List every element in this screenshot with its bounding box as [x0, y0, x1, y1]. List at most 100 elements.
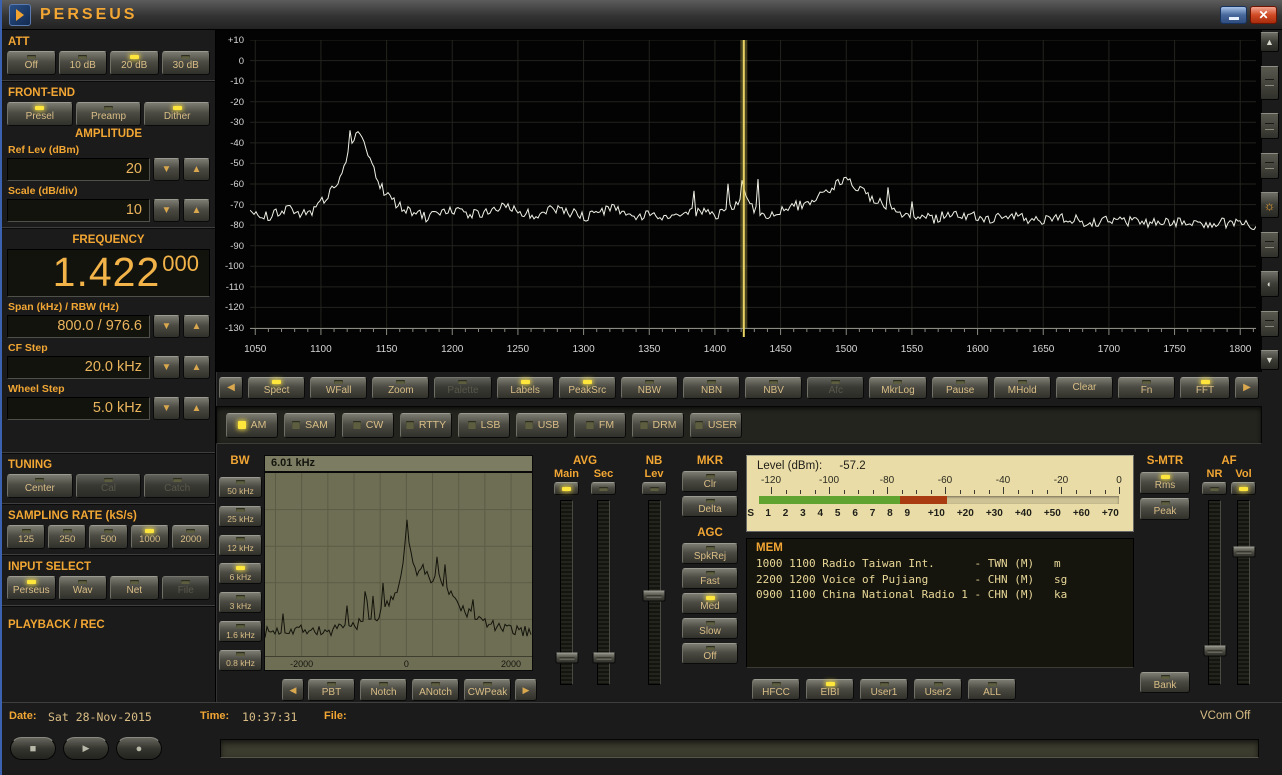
user-button[interactable]: USER	[690, 413, 742, 438]
clear-button[interactable]: Clear	[1056, 377, 1113, 399]
nr-slider[interactable]	[1208, 500, 1221, 685]
nr-enable-button[interactable]	[1202, 482, 1227, 495]
bw-scroll-left-button[interactable]: ◀	[282, 679, 304, 701]
presel-button[interactable]: Presel	[7, 102, 73, 126]
playback-position-bar[interactable]	[220, 739, 1259, 758]
ref-lev-value[interactable]: 20	[7, 158, 150, 181]
if-spectrum-svg[interactable]	[265, 473, 532, 670]
1-6-khz-button[interactable]: 1.6 kHz	[219, 621, 262, 642]
dither-button[interactable]: Dither	[144, 102, 210, 126]
125-button[interactable]: 125	[7, 525, 45, 549]
spect-button[interactable]: Spect	[248, 377, 305, 399]
1000-button[interactable]: 1000	[131, 525, 169, 549]
scale-value[interactable]: 10	[7, 199, 150, 222]
mhold-button[interactable]: MHold	[994, 377, 1051, 399]
slider-handle[interactable]	[1203, 646, 1226, 657]
wfall-button[interactable]: WFall	[310, 377, 367, 399]
drm-button[interactable]: DRM	[632, 413, 684, 438]
span-value[interactable]: 800.0 / 976.6	[7, 315, 150, 338]
eibi-button[interactable]: EIBI	[806, 679, 854, 700]
peak-button[interactable]: Peak	[1140, 498, 1190, 520]
zoom-button[interactable]: Zoom	[372, 377, 429, 399]
toolbar-scroll-right-button[interactable]: ▶	[1235, 377, 1259, 399]
record-button[interactable]: ●	[116, 737, 162, 760]
lev-slider[interactable]	[648, 500, 661, 685]
memory-row[interactable]: 1000 1100 Radio Taiwan Int. - TWN (M) m	[756, 556, 1124, 572]
nbv-button[interactable]: NBV	[745, 377, 802, 399]
preamp-button[interactable]: Preamp	[76, 102, 142, 126]
cf-step-value[interactable]: 20.0 kHz	[7, 356, 150, 379]
frequency-display[interactable]: 1.422 000	[7, 249, 210, 297]
pause-button[interactable]: Pause	[932, 377, 989, 399]
clr-button[interactable]: Clr	[682, 471, 738, 492]
rms-button[interactable]: Rms	[1140, 472, 1190, 494]
scroll-up-button[interactable]: ▲	[1260, 32, 1279, 52]
fn-button[interactable]: Fn	[1118, 377, 1175, 399]
memory-row[interactable]: 0900 1100 China National Radio 1 - CHN (…	[756, 587, 1124, 603]
lsb-button[interactable]: LSB	[458, 413, 510, 438]
perseus-button[interactable]: Perseus	[7, 576, 56, 600]
ref-lev-down-button[interactable]: ▼	[153, 158, 180, 181]
pbt-button[interactable]: PBT	[308, 679, 355, 701]
user1-button[interactable]: User1	[860, 679, 908, 700]
scroll-down-button[interactable]: ▼	[1260, 350, 1279, 370]
vol-enable-button[interactable]	[1231, 482, 1256, 495]
contrast-button[interactable]: ◐	[1260, 271, 1279, 297]
wheel-step-up-button[interactable]: ▲	[183, 397, 210, 420]
sam-button[interactable]: SAM	[284, 413, 336, 438]
3-khz-button[interactable]: 3 kHz	[219, 592, 262, 613]
net-button[interactable]: Net	[110, 576, 159, 600]
30-db-button[interactable]: 30 dB	[162, 51, 211, 75]
bw-scroll-right-button[interactable]: ▶	[515, 679, 537, 701]
fft-button[interactable]: FFT	[1180, 377, 1230, 399]
center-button[interactable]: Center	[7, 474, 73, 498]
cf-step-up-button[interactable]: ▲	[183, 356, 210, 379]
main-slider[interactable]	[560, 500, 573, 685]
main-spectrum-display[interactable]: +100-10-20-30-40-50-60-70-80-90-100-110-…	[216, 30, 1262, 372]
scale-down-button[interactable]: ▼	[153, 199, 180, 222]
anotch-button[interactable]: ANotch	[412, 679, 459, 701]
slider-handle[interactable]	[592, 653, 615, 664]
all-button[interactable]: ALL	[968, 679, 1016, 700]
cf-step-down-button[interactable]: ▼	[153, 356, 180, 379]
cwpeak-button[interactable]: CWPeak	[464, 679, 511, 701]
slider-handle[interactable]	[1232, 547, 1255, 558]
0-8-khz-button[interactable]: 0.8 kHz	[219, 650, 262, 671]
play-button[interactable]: ▶	[63, 737, 109, 760]
minimize-button[interactable]	[1220, 6, 1247, 24]
afc-button[interactable]: Afc	[807, 377, 864, 399]
stop-button[interactable]: ■	[10, 737, 56, 760]
cw-button[interactable]: CW	[342, 413, 394, 438]
spectrum-plot[interactable]	[250, 40, 1256, 340]
usb-button[interactable]: USB	[516, 413, 568, 438]
notch-button[interactable]: Notch	[360, 679, 407, 701]
delta-button[interactable]: Delta	[682, 496, 738, 517]
bank-button[interactable]: Bank	[1140, 672, 1190, 693]
main-enable-button[interactable]	[554, 482, 579, 495]
file-button[interactable]: File	[162, 576, 211, 600]
500-button[interactable]: 500	[89, 525, 127, 549]
catch-button[interactable]: Catch	[144, 474, 210, 498]
hfcc-button[interactable]: HFCC	[752, 679, 800, 700]
brightness-button[interactable]: ☼	[1260, 192, 1279, 218]
am-button[interactable]: AM	[226, 413, 278, 438]
slider-handle[interactable]	[555, 653, 578, 664]
palette-button[interactable]: Palette	[434, 377, 491, 399]
12-khz-button[interactable]: 12 kHz	[219, 535, 262, 556]
ref-lev-up-button[interactable]: ▲	[183, 158, 210, 181]
slider-handle[interactable]	[643, 591, 666, 602]
wheel-step-down-button[interactable]: ▼	[153, 397, 180, 420]
sec-enable-button[interactable]	[591, 482, 616, 495]
memory-row[interactable]: 2200 1200 Voice of Pujiang - CHN (M) sg	[756, 572, 1124, 588]
cal-button[interactable]: Cal	[76, 474, 142, 498]
10-db-button[interactable]: 10 dB	[59, 51, 108, 75]
close-button[interactable]: ✕	[1250, 6, 1277, 24]
spectrum-plot-svg[interactable]	[250, 40, 1256, 340]
user2-button[interactable]: User2	[914, 679, 962, 700]
sec-slider[interactable]	[597, 500, 610, 685]
span-down-button[interactable]: ▼	[153, 315, 180, 338]
off-button[interactable]: Off	[7, 51, 56, 75]
wheel-step-value[interactable]: 5.0 kHz	[7, 397, 150, 420]
20-db-button[interactable]: 20 dB	[110, 51, 159, 75]
off-button[interactable]: Off	[682, 643, 738, 664]
